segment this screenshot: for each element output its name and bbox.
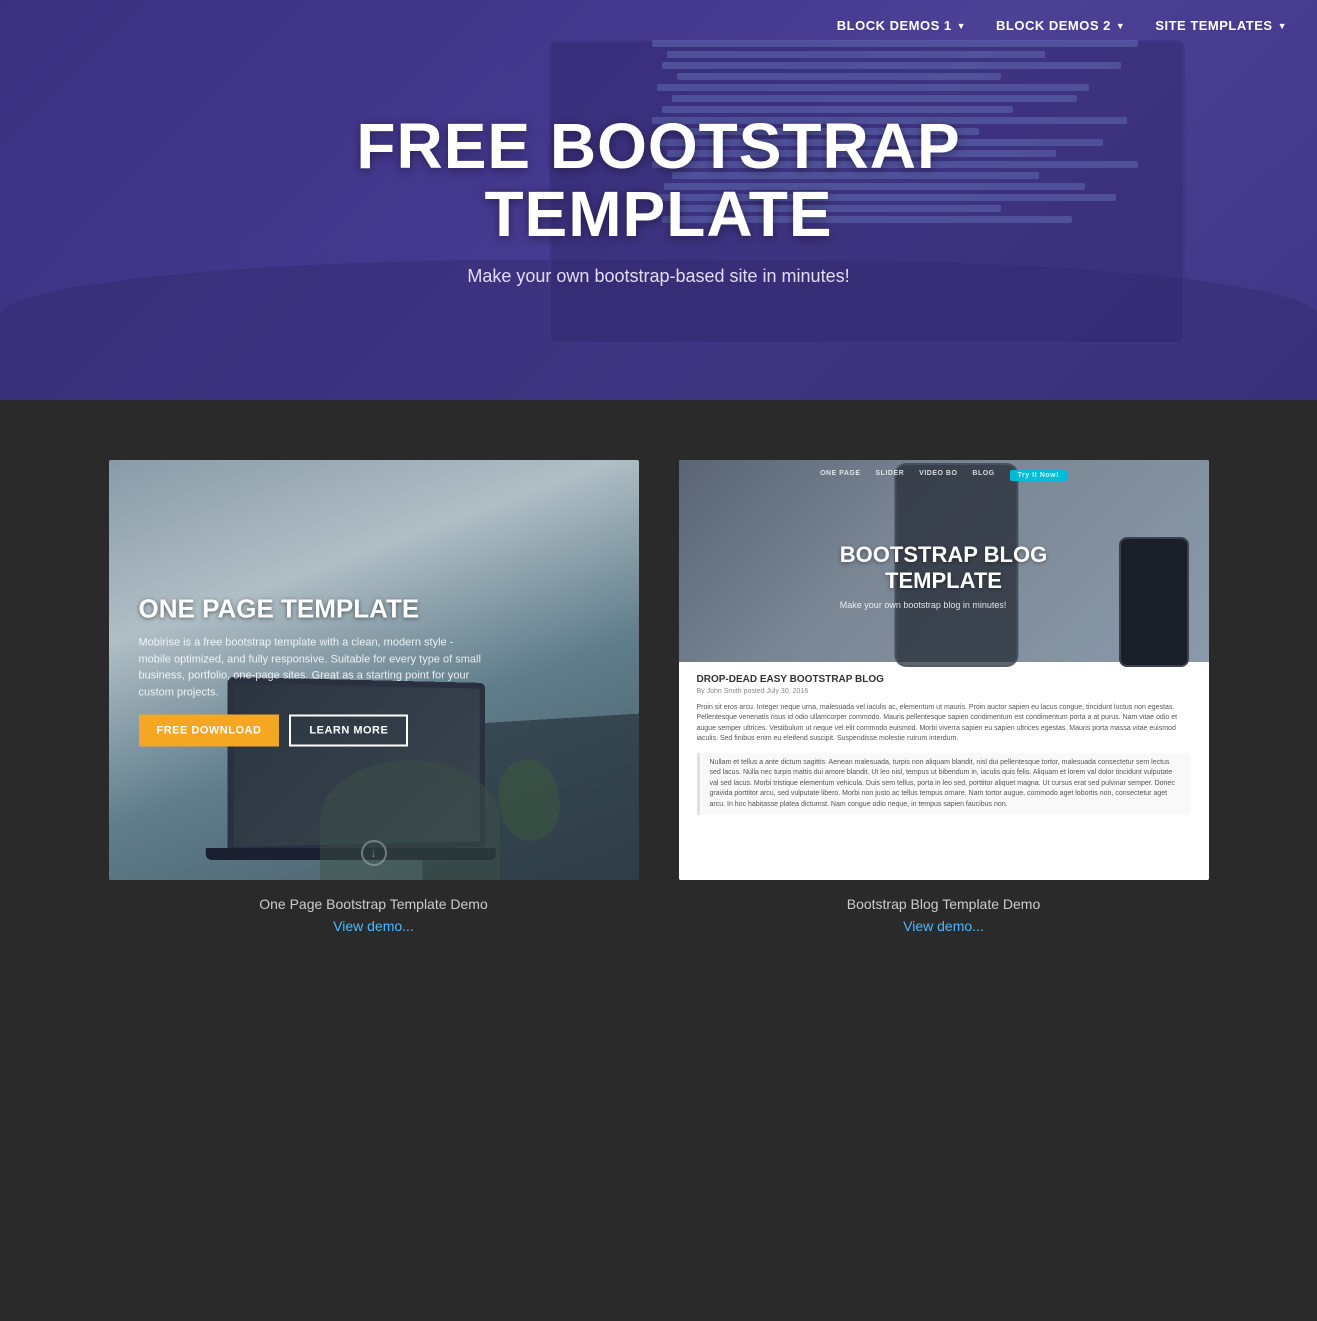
blog-preview-top: ONE PAGE SLIDER VIDEO BO BLOG Try It Now… <box>679 460 1209 662</box>
blog-nav-blog: BLOG <box>972 470 994 481</box>
blog-quote-box: Nullam et tellus a ante dictum sagittis.… <box>697 753 1191 816</box>
chevron-down-icon: ▼ <box>1116 21 1125 31</box>
blog-article-meta: By John Smith posted July 30, 2016 <box>697 688 1191 695</box>
card-blog-template: ONE PAGE SLIDER VIDEO BO BLOG Try It Now… <box>679 460 1209 934</box>
blog-overlay-sub: Make your own bootstrap blog in minutes! <box>840 600 1047 610</box>
hero-content: FREE BOOTSTRAPTEMPLATE Make your own boo… <box>356 113 960 286</box>
blog-preview-bottom: DROP-DEAD EASY BOOTSTRAP BLOG By John Sm… <box>679 662 1209 880</box>
blog-nav-video: VIDEO BO <box>919 470 957 481</box>
blog-view-demo-link[interactable]: View demo... <box>679 918 1209 934</box>
blog-preview-bg: ONE PAGE SLIDER VIDEO BO BLOG Try It Now… <box>679 460 1209 880</box>
blog-caption: Bootstrap Blog Template Demo <box>679 896 1209 912</box>
phone-art <box>1119 537 1189 667</box>
plant-art <box>489 754 568 847</box>
chevron-down-icon: ▼ <box>957 21 966 31</box>
blog-overlay-title: BOOTSTRAP BLOGTEMPLATE <box>840 542 1047 595</box>
nav-label-block-demos-1: BLOCK DEMOS 1 <box>837 18 952 33</box>
blog-quote-text: Nullam et tellus a ante dictum sagittis.… <box>710 758 1181 811</box>
blog-nav-try-now[interactable]: Try It Now! <box>1010 470 1067 481</box>
nav-block-demos-1[interactable]: BLOCK DEMOS 1 ▼ <box>837 18 966 33</box>
scroll-down-icon: ↓ <box>361 840 387 866</box>
nav-label-site-templates: SITE TEMPLATES <box>1155 18 1272 33</box>
card-one-page-preview: ONE PAGE TEMPLATE Mobirise is a free boo… <box>109 460 639 880</box>
one-page-view-demo-link[interactable]: View demo... <box>109 918 639 934</box>
main-nav: BLOCK DEMOS 1 ▼ BLOCK DEMOS 2 ▼ SITE TEM… <box>807 0 1317 51</box>
card-one-page-template: ONE PAGE TEMPLATE Mobirise is a free boo… <box>109 460 639 934</box>
blog-article-title: DROP-DEAD EASY BOOTSTRAP BLOG <box>697 674 1191 685</box>
blog-article-text: Proin sit eros arcu. Integer neque urna,… <box>697 703 1191 745</box>
one-page-overlay-desc: Mobirise is a free bootstrap template wi… <box>139 635 489 701</box>
card-overlay-one-page: ONE PAGE TEMPLATE Mobirise is a free boo… <box>109 574 639 767</box>
hero-section: FREE BOOTSTRAPTEMPLATE Make your own boo… <box>0 0 1317 400</box>
card-blog-preview: ONE PAGE SLIDER VIDEO BO BLOG Try It Now… <box>679 460 1209 880</box>
nav-block-demos-2[interactable]: BLOCK DEMOS 2 ▼ <box>996 18 1125 33</box>
blog-nav-one-page: ONE PAGE <box>820 470 860 481</box>
content-area: ONE PAGE TEMPLATE Mobirise is a free boo… <box>0 400 1317 1014</box>
learn-more-button[interactable]: LEARN MORE <box>289 715 408 747</box>
nav-site-templates[interactable]: SITE TEMPLATES ▼ <box>1155 18 1287 33</box>
laptop-base <box>205 848 495 860</box>
one-page-overlay-title: ONE PAGE TEMPLATE <box>139 594 609 625</box>
free-download-button[interactable]: FREE DOWNLOAD <box>139 715 280 747</box>
blog-nav-slider: SLIDER <box>876 470 905 481</box>
chevron-down-icon: ▼ <box>1278 21 1287 31</box>
blog-top-nav: ONE PAGE SLIDER VIDEO BO BLOG Try It Now… <box>679 470 1209 481</box>
one-page-caption: One Page Bootstrap Template Demo <box>109 896 639 912</box>
hero-subtitle: Make your own bootstrap-based site in mi… <box>356 266 960 287</box>
one-page-buttons: FREE DOWNLOAD LEARN MORE <box>139 715 609 747</box>
nav-label-block-demos-2: BLOCK DEMOS 2 <box>996 18 1111 33</box>
cards-grid: ONE PAGE TEMPLATE Mobirise is a free boo… <box>109 460 1209 934</box>
hero-title: FREE BOOTSTRAPTEMPLATE <box>356 113 960 247</box>
one-page-preview-bg: ONE PAGE TEMPLATE Mobirise is a free boo… <box>109 460 639 880</box>
